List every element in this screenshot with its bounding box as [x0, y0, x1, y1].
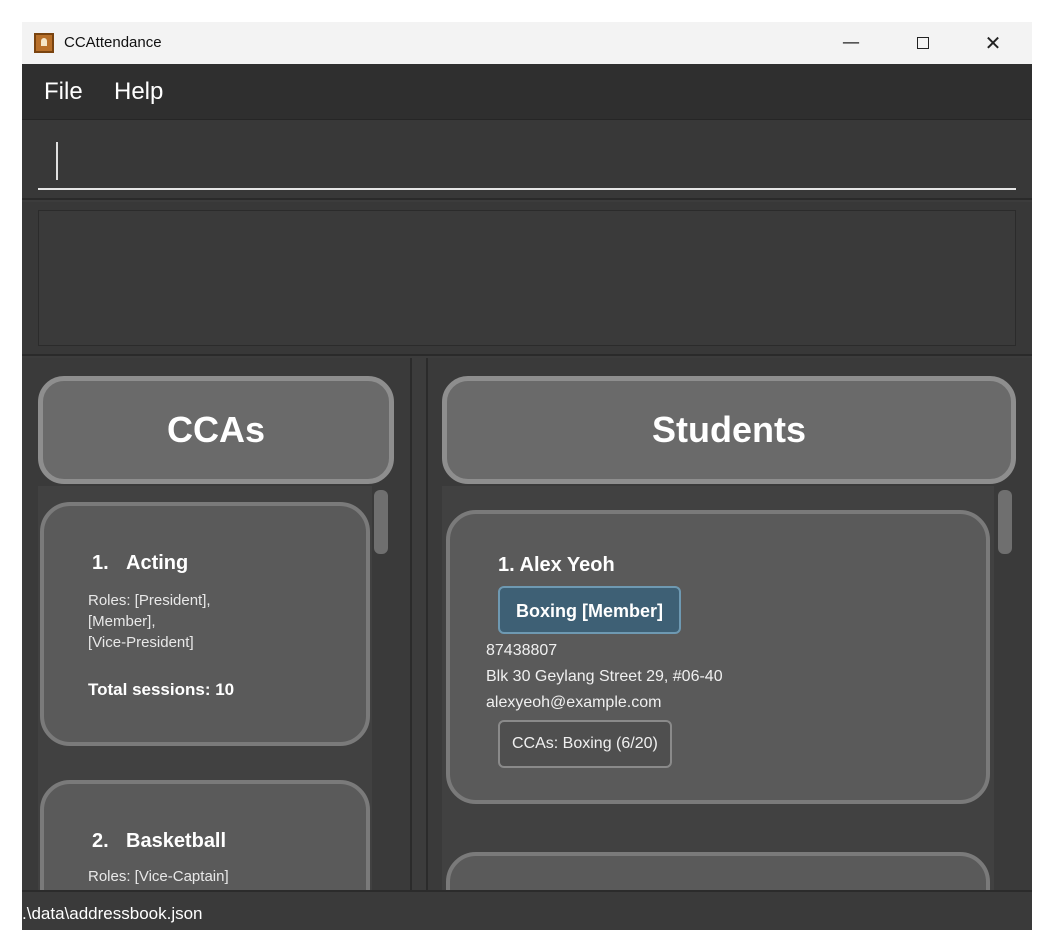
- cca-list[interactable]: 1. Acting Roles: [President], [Member], […: [38, 486, 372, 890]
- cca-list-pane: CCAs 1. Acting Roles: [President], [Membe…: [22, 358, 412, 890]
- command-input[interactable]: [38, 136, 1016, 190]
- student-address: Blk 30 Geylang Street 29, #06-40: [486, 668, 723, 685]
- cca-card[interactable]: 1. Acting Roles: [President], [Member], […: [40, 502, 370, 746]
- cca-list-scrollbar[interactable]: [374, 490, 388, 554]
- app-window: CCAttendance — ✕ File Help CCAs 1. Acting…: [22, 22, 1032, 930]
- text-caret: [56, 142, 58, 180]
- close-button[interactable]: ✕: [970, 26, 1016, 60]
- cca-index: 2.: [92, 830, 109, 852]
- student-cca-attendance: CCAs: Boxing (6/20): [498, 720, 672, 768]
- cca-roles: Roles: [President], [Member], [Vice-Pres…: [88, 590, 328, 653]
- command-box: [22, 120, 1032, 200]
- contact-card-icon: [34, 33, 54, 53]
- result-display: [38, 210, 1016, 346]
- status-bar: .\data\addressbook.json: [22, 890, 1032, 930]
- student-list-pane: Students 1. Alex Yeoh Boxing [Member] 87…: [426, 358, 1032, 890]
- minimize-button[interactable]: —: [828, 26, 874, 60]
- student-card[interactable]: [446, 852, 990, 890]
- cca-total-sessions: Total sessions: 10: [88, 680, 235, 699]
- cca-card[interactable]: 2. Basketball Roles: [Vice-Captain]: [40, 780, 370, 890]
- student-role-tag: Boxing [Member]: [498, 586, 682, 634]
- cca-roles: Roles: [Vice-Captain]: [88, 868, 229, 885]
- menu-file[interactable]: File: [44, 78, 83, 106]
- cca-roles-line: [Member],: [88, 613, 156, 630]
- cca-name: Basketball: [126, 830, 227, 852]
- title-bar: CCAttendance — ✕: [22, 22, 1032, 64]
- menu-help[interactable]: Help: [114, 78, 163, 106]
- cca-title: 2. Basketball: [92, 830, 226, 853]
- menu-bar: File Help: [22, 64, 1032, 120]
- student-phone: 87438807: [486, 642, 558, 659]
- student-list-header: Students: [442, 376, 1016, 484]
- window-title: CCAttendance: [64, 34, 162, 51]
- student-list[interactable]: 1. Alex Yeoh Boxing [Member] 87438807 Bl…: [442, 486, 994, 890]
- student-card[interactable]: 1. Alex Yeoh Boxing [Member] 87438807 Bl…: [446, 510, 990, 804]
- cca-roles-line: Roles: [President],: [88, 592, 211, 609]
- student-list-scrollbar[interactable]: [998, 490, 1012, 554]
- maximize-button[interactable]: [900, 26, 946, 60]
- cca-roles-line: [Vice-President]: [88, 634, 194, 651]
- maximize-icon: [917, 37, 929, 49]
- data-file-path: .\data\addressbook.json: [22, 904, 203, 923]
- student-email: alexyeoh@example.com: [486, 694, 662, 711]
- cca-title: 1. Acting: [92, 552, 188, 575]
- student-name: 1. Alex Yeoh: [498, 554, 615, 576]
- cca-list-header: CCAs: [38, 376, 394, 484]
- cca-index: 1.: [92, 552, 109, 574]
- cca-name: Acting: [126, 552, 189, 574]
- result-display-pane: [22, 202, 1032, 356]
